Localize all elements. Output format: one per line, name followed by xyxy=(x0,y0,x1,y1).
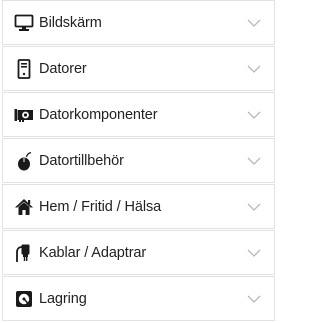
chevron-down-icon[interactable] xyxy=(246,18,262,28)
category-item-hem-fritid-halsa[interactable]: Hem / Fritid / Hälsa xyxy=(2,184,275,229)
chevron-down-icon[interactable] xyxy=(246,110,262,120)
storage-drive-icon xyxy=(13,288,35,310)
category-item-datortillbehor[interactable]: Datortillbehör xyxy=(2,138,275,183)
category-item-lagring[interactable]: Lagring xyxy=(2,276,275,321)
category-label: Kablar / Adaptrar xyxy=(39,244,147,261)
category-label: Datorkomponenter xyxy=(39,106,158,123)
category-label: Bildskärm xyxy=(39,14,102,31)
chevron-down-icon[interactable] xyxy=(246,294,262,304)
chevron-down-icon[interactable] xyxy=(246,202,262,212)
home-icon xyxy=(13,196,35,218)
category-item-datorkomponenter[interactable]: Datorkomponenter xyxy=(2,92,275,137)
computer-tower-icon xyxy=(13,58,35,80)
monitor-icon xyxy=(13,12,35,34)
mouse-icon xyxy=(13,150,35,172)
category-label: Lagring xyxy=(39,290,87,307)
chevron-down-icon[interactable] xyxy=(246,248,262,258)
category-item-datorer[interactable]: Datorer xyxy=(2,46,275,91)
category-item-kablar-adaptrar[interactable]: Kablar / Adaptrar xyxy=(2,230,275,275)
category-label: Datortillbehör xyxy=(39,152,124,169)
category-label: Datorer xyxy=(39,60,87,77)
cable-plug-icon xyxy=(13,242,35,264)
graphics-card-icon xyxy=(13,104,35,126)
category-item-bildskarm[interactable]: Bildskärm xyxy=(2,0,275,45)
chevron-down-icon[interactable] xyxy=(246,156,262,166)
category-label: Hem / Fritid / Hälsa xyxy=(39,198,162,215)
chevron-down-icon[interactable] xyxy=(246,64,262,74)
category-menu: Bildskärm Datorer Datorkomponenter Dator… xyxy=(2,0,275,322)
